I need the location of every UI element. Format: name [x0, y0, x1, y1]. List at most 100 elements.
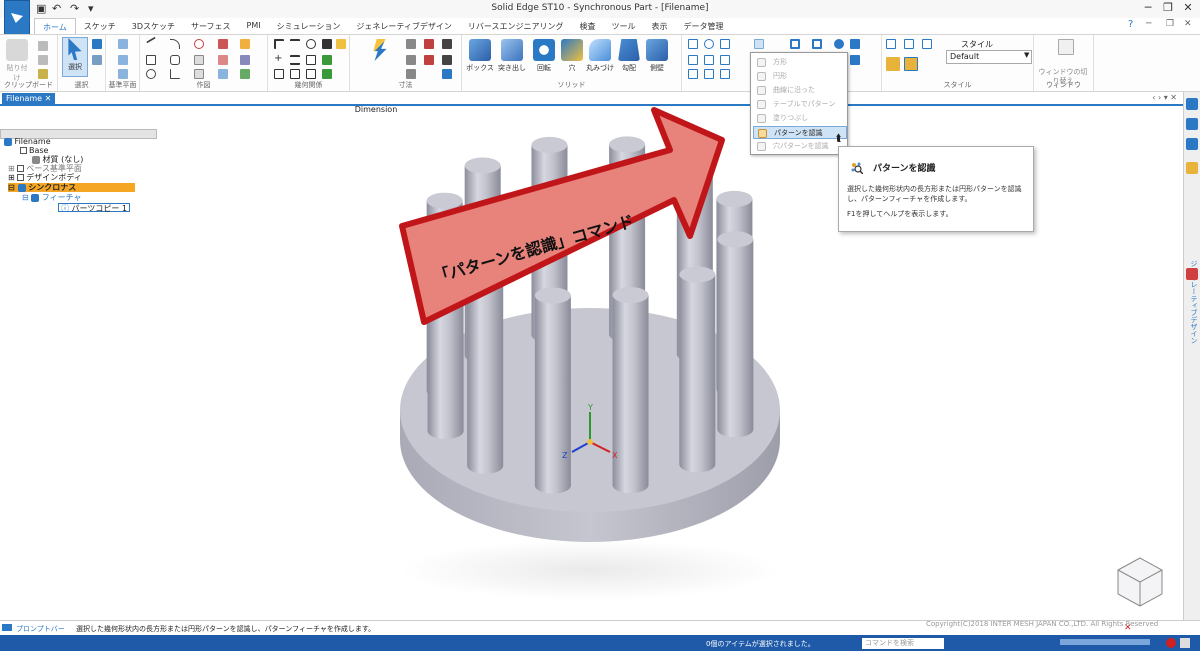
select-button[interactable]: 選択: [62, 37, 88, 77]
key-icon[interactable]: [1186, 162, 1198, 174]
cut-icon[interactable]: [38, 41, 48, 51]
draft-button[interactable]: 勾配: [616, 39, 642, 73]
copy-icon[interactable]: [38, 55, 48, 65]
menu-item-rectangular[interactable]: 方形: [753, 56, 847, 69]
checkbox[interactable]: [17, 165, 25, 172]
tree-item-design-body[interactable]: ⊞ デザインボディ: [8, 173, 82, 182]
horizontal-icon[interactable]: [290, 69, 300, 79]
zoom-fit-icon[interactable]: [812, 39, 822, 49]
face-coplanar-icon[interactable]: [688, 39, 698, 49]
plane-icon-3[interactable]: [118, 69, 128, 79]
line-icon[interactable]: [146, 36, 156, 44]
thin-wall-button[interactable]: 側壁: [644, 39, 670, 73]
plus-icon[interactable]: +: [274, 54, 284, 65]
face-rigid-icon[interactable]: [720, 69, 730, 79]
smart-dimension-button[interactable]: [358, 39, 402, 63]
doc-close-button[interactable]: ✕: [1184, 19, 1192, 29]
minimize-button[interactable]: ─: [1138, 1, 1158, 14]
project-icon[interactable]: [194, 69, 204, 79]
tree-item-part-copy[interactable]: ⓘ パーツコピー 1: [58, 203, 131, 213]
tab-data-management[interactable]: データ管理: [675, 18, 731, 34]
tab-nav-icons[interactable]: ‹ › ▾ ✕: [1152, 93, 1177, 102]
tangent-icon[interactable]: [306, 55, 316, 65]
face-align-icon[interactable]: [720, 39, 730, 49]
extrude-button[interactable]: 突き出し: [496, 39, 528, 73]
offset-icon[interactable]: [194, 55, 204, 65]
symmetric-icon[interactable]: [306, 69, 316, 79]
face-symmetric-icon[interactable]: [704, 69, 714, 79]
rigid-icon[interactable]: [322, 55, 332, 65]
tab-home[interactable]: ホーム: [34, 18, 76, 34]
lock-icon[interactable]: [322, 39, 332, 49]
face-perpendicular-icon[interactable]: [688, 69, 698, 79]
rotate-icon[interactable]: [240, 39, 250, 49]
view-cube-icon-1[interactable]: [886, 39, 896, 49]
cylinder-pin[interactable]: [612, 287, 649, 494]
corner-icon[interactable]: [274, 39, 284, 49]
format-painter-icon[interactable]: [38, 69, 48, 79]
dock-color-icon[interactable]: [1186, 268, 1198, 280]
face-concentric-icon[interactable]: [704, 39, 714, 49]
trim-icon[interactable]: [218, 39, 228, 49]
application-button[interactable]: [4, 0, 30, 36]
parallel-icon[interactable]: [290, 39, 300, 49]
distance-icon[interactable]: [406, 39, 416, 49]
close-icon[interactable]: ✕: [45, 94, 52, 103]
shaded-edges-icon[interactable]: [904, 57, 918, 71]
rectangle-icon[interactable]: [146, 55, 156, 65]
fillet-icon[interactable]: [170, 69, 180, 79]
dim-style-icon[interactable]: [424, 55, 434, 65]
circle-icon[interactable]: [146, 69, 156, 79]
angle-icon[interactable]: [406, 55, 416, 65]
dock-library-icon[interactable]: [1186, 138, 1198, 150]
tab-inspect[interactable]: 検査: [571, 18, 603, 34]
face-parallel-icon[interactable]: [688, 55, 698, 65]
menu-item-fill[interactable]: 塗りつぶし: [753, 112, 847, 125]
view-cube-icon-2[interactable]: [904, 39, 914, 49]
face-offset-icon[interactable]: [720, 55, 730, 65]
style-select[interactable]: Default: [946, 50, 1032, 64]
dim-table-icon[interactable]: [442, 69, 452, 79]
tab-reverse-engineering[interactable]: リバースエンジニアリング: [460, 18, 572, 34]
menu-item-table-pattern[interactable]: テーブルでパターン: [753, 98, 847, 111]
switch-window-icon[interactable]: [1058, 39, 1074, 55]
tree-item-base[interactable]: Base: [20, 146, 48, 155]
mirror-body-icon[interactable]: [790, 39, 800, 49]
record-icon[interactable]: [1166, 638, 1176, 648]
tab-sketch[interactable]: スケッチ: [76, 18, 124, 34]
cylinder-pin[interactable]: [679, 266, 716, 473]
hole-button[interactable]: 穴: [560, 39, 584, 73]
curve-icon[interactable]: [194, 39, 204, 49]
tree-item-features[interactable]: ⊟ フィーチャ: [22, 193, 82, 202]
close-button[interactable]: ✕: [1178, 1, 1198, 14]
view-cube[interactable]: [1117, 557, 1163, 607]
tree-item-base-planes[interactable]: ⊞ ベース基準平面: [8, 164, 82, 173]
tab-view[interactable]: 表示: [643, 18, 675, 34]
plane-icon[interactable]: [118, 39, 128, 49]
view-style-icon[interactable]: [850, 55, 860, 65]
connect-icon[interactable]: [274, 69, 284, 79]
menu-item-along-curve[interactable]: 曲線に沿った: [753, 84, 847, 97]
equal-icon[interactable]: [290, 55, 300, 65]
round-button[interactable]: 丸みづけ: [584, 39, 616, 73]
relation-handle-icon[interactable]: [322, 69, 332, 79]
mirror-icon[interactable]: [240, 55, 250, 65]
restore-button[interactable]: ❐: [1158, 1, 1178, 14]
tree-item-synchronous[interactable]: ⊟ シンクロナス: [8, 183, 135, 192]
document-tab[interactable]: Filename ✕: [2, 93, 56, 106]
menu-item-recognize-hole-pattern[interactable]: 穴パターンを認識: [753, 140, 847, 153]
menu-item-recognize-pattern[interactable]: パターンを認識: [753, 126, 847, 139]
view-cube-icon-3[interactable]: [922, 39, 932, 49]
tab-surface[interactable]: サーフェス: [183, 18, 239, 34]
annotation-icon[interactable]: [442, 39, 452, 49]
tree-item-material[interactable]: 材質 (なし): [32, 155, 83, 164]
command-search-input[interactable]: コマンドを検索: [862, 638, 944, 649]
shaded-icon[interactable]: [886, 57, 900, 71]
checkbox[interactable]: [17, 174, 25, 181]
box-button[interactable]: ボックス: [466, 39, 494, 73]
tab-simulation[interactable]: シミュレーション: [269, 18, 349, 34]
dock-pathfinder-icon[interactable]: [1186, 98, 1198, 110]
checkbox[interactable]: [20, 147, 27, 154]
plane-icon-2[interactable]: [118, 55, 128, 65]
dim-axis-icon[interactable]: [424, 39, 434, 49]
